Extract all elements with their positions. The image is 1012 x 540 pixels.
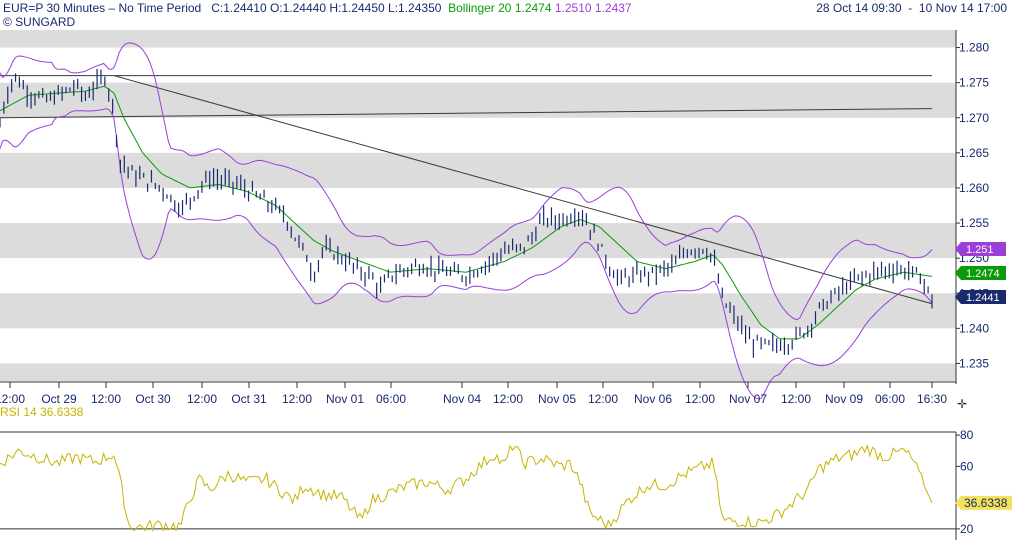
y-tick-label: 1.280	[959, 41, 989, 55]
crosshair-icon[interactable]: ✛	[957, 397, 967, 411]
y-tick-label: 1.255	[959, 216, 989, 230]
mid-band-tag: 1.2474	[966, 268, 1000, 280]
x-tick-label: Nov 05	[538, 392, 576, 406]
x-tick-label: Nov 06	[634, 392, 672, 406]
rsi-tick-label: 60	[960, 459, 974, 473]
y-tick-label: 1.260	[959, 181, 989, 195]
grid-band	[0, 223, 956, 259]
x-tick-label: Oct 31	[231, 392, 267, 406]
rsi-tick-label: 80	[960, 428, 974, 442]
x-tick-label: 12:00	[493, 392, 523, 406]
chart-root: EUR=P 30 Minutes – No Time Period C:1.24…	[0, 0, 1012, 540]
x-tick-label: Nov 04	[443, 392, 481, 406]
x-tick-label: Nov 07	[729, 392, 767, 406]
rsi-tick-label: 20	[960, 522, 974, 536]
grid-band	[0, 82, 956, 118]
grid-band	[0, 152, 956, 188]
x-tick-label: 06:00	[875, 392, 905, 406]
y-tick-label: 1.265	[959, 146, 989, 160]
y-tick-label: 1.240	[959, 321, 989, 335]
price-axis-ticks: 1.2801.2751.2701.2651.2601.2551.2501.245…	[956, 41, 989, 370]
rsi-value-tag: 36.6338	[964, 496, 1008, 510]
x-tick-label: 12:00	[588, 392, 618, 406]
x-tick-label: 12:00	[91, 392, 121, 406]
grid-band	[0, 30, 956, 48]
x-tick-label: Nov 09	[825, 392, 863, 406]
grid-band	[0, 363, 956, 381]
x-tick-label: 06:00	[376, 392, 406, 406]
x-tick-label: Nov 01	[326, 392, 364, 406]
rsi-line	[0, 444, 933, 533]
x-tick-label: 12:00	[685, 392, 715, 406]
x-tick-label: Oct 29	[41, 392, 77, 406]
rsi-panel: 80 60 20 36.6338	[0, 428, 1012, 540]
rsi-label: RSI 14 36.6338	[0, 405, 84, 419]
x-tick-label: Oct 30	[135, 392, 171, 406]
x-tick-label: 12:00	[282, 392, 312, 406]
last-price-tag: 1.2441	[966, 292, 1000, 304]
time-axis-ticks: 12:00 Oct 29 12:00 Oct 30 12:00 Oct 31 12:00 No…	[0, 382, 947, 406]
y-tick-label: 1.275	[959, 76, 989, 90]
x-tick-label: 12:00	[781, 392, 811, 406]
y-tick-label: 1.235	[959, 356, 989, 370]
x-tick-label: 12:00	[187, 392, 217, 406]
grid-band	[0, 293, 956, 329]
upper-band-tag: 1.251	[966, 244, 994, 256]
chart-svg[interactable]: 1.2801.2751.2701.2651.2601.2551.2501.245…	[0, 0, 1012, 540]
y-tick-label: 1.270	[959, 111, 989, 125]
x-tick-label: 12:00	[0, 392, 25, 406]
price-tags: 1.251 1.2474 1.2441	[955, 242, 1006, 304]
x-tick-label: 16:30	[917, 392, 947, 406]
